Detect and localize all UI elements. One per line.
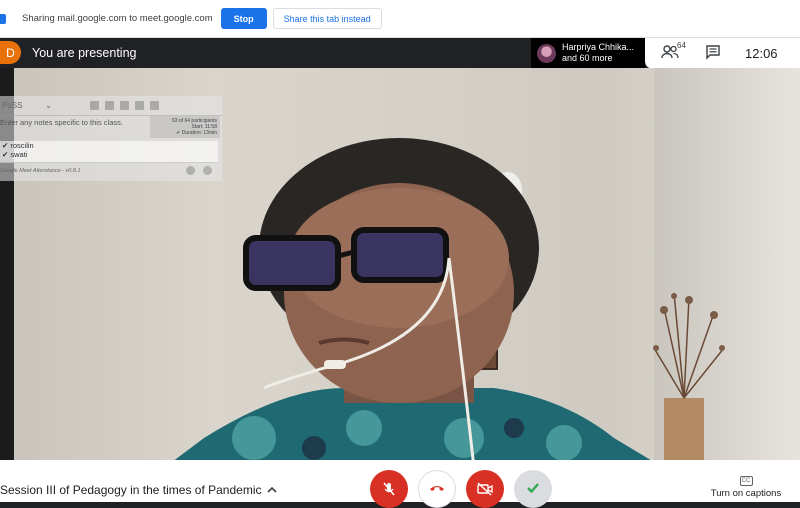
edit-icon[interactable] [90, 101, 99, 110]
presenter-avatar [537, 43, 556, 63]
attendance-check-button[interactable] [514, 470, 552, 508]
top-right-panel: 64 12:06 [645, 38, 800, 69]
settings-icon[interactable] [186, 166, 195, 175]
chevron-down-icon: ⌄ [45, 101, 52, 110]
export-icon[interactable] [150, 101, 159, 110]
help-icon[interactable] [203, 166, 212, 175]
attendance-overlay: PoSS ⌄ Enter any notes specific to this … [0, 96, 222, 181]
presenting-label: You are presenting [32, 46, 137, 60]
people-count: 64 [677, 40, 686, 50]
screen-share-bar: Sharing mail.google.com to meet.google.c… [0, 0, 800, 38]
meeting-clock: 12:06 [745, 46, 778, 61]
share-message: Sharing mail.google.com to meet.google.c… [22, 13, 213, 24]
refresh-icon[interactable] [120, 101, 129, 110]
camera-toggle-button[interactable] [466, 470, 504, 508]
chat-button[interactable] [705, 44, 725, 64]
overlay-toolbar [90, 101, 159, 110]
overlay-header: PoSS ⌄ [0, 96, 222, 116]
mic-off-icon [383, 482, 395, 496]
close-icon[interactable] [105, 101, 114, 110]
meeting-controls-bar: Session III of Pedagogy in the times of … [0, 460, 800, 508]
attendee-list: ✔ roscilin ✔ swati [0, 141, 218, 163]
people-button[interactable]: 64 [661, 40, 686, 64]
presenter-more: and 60 more [562, 53, 613, 63]
stop-sharing-button[interactable]: Stop [220, 8, 267, 29]
extension-footer: Google Meet Attendance - v0.8.1 [0, 168, 81, 174]
chat-icon [706, 44, 720, 60]
stats-duration: ✔ Duration: 13min [176, 130, 217, 136]
microphone-toggle-button[interactable] [370, 470, 408, 508]
presenter-name: Harpriya Chhika... [562, 42, 635, 52]
meeting-title[interactable]: Session III of Pedagogy in the times of … [0, 483, 261, 497]
captions-button[interactable]: CC Turn on captions [706, 474, 786, 499]
attendance-stats: 63 of 64 participants Start: 11:58 ✔ Dur… [150, 116, 220, 138]
class-notes-field[interactable]: Enter any notes specific to this class. [0, 118, 123, 127]
footer-icons [186, 166, 212, 175]
end-call-button[interactable] [418, 470, 456, 508]
user-avatar[interactable]: D [0, 41, 21, 64]
presenter-chip[interactable]: Harpriya Chhika... and 60 more [531, 38, 645, 68]
captions-label: Turn on captions [710, 488, 782, 499]
chevron-up-icon[interactable] [265, 484, 279, 496]
end-call-icon [430, 486, 444, 491]
list-item: ✔ roscilin [2, 141, 34, 150]
share-this-tab-button[interactable]: Share this tab instead [272, 8, 382, 29]
class-select[interactable]: PoSS ⌄ [2, 101, 52, 110]
list-item: ✔ swati [2, 150, 28, 159]
cc-icon: CC [739, 476, 753, 486]
presenter-person [174, 138, 651, 460]
class-select-value: PoSS [2, 101, 23, 110]
camera-off-icon [477, 482, 493, 496]
check-icon [527, 483, 539, 494]
share-indicator-icon [0, 12, 10, 26]
sheet-icon[interactable] [135, 101, 144, 110]
